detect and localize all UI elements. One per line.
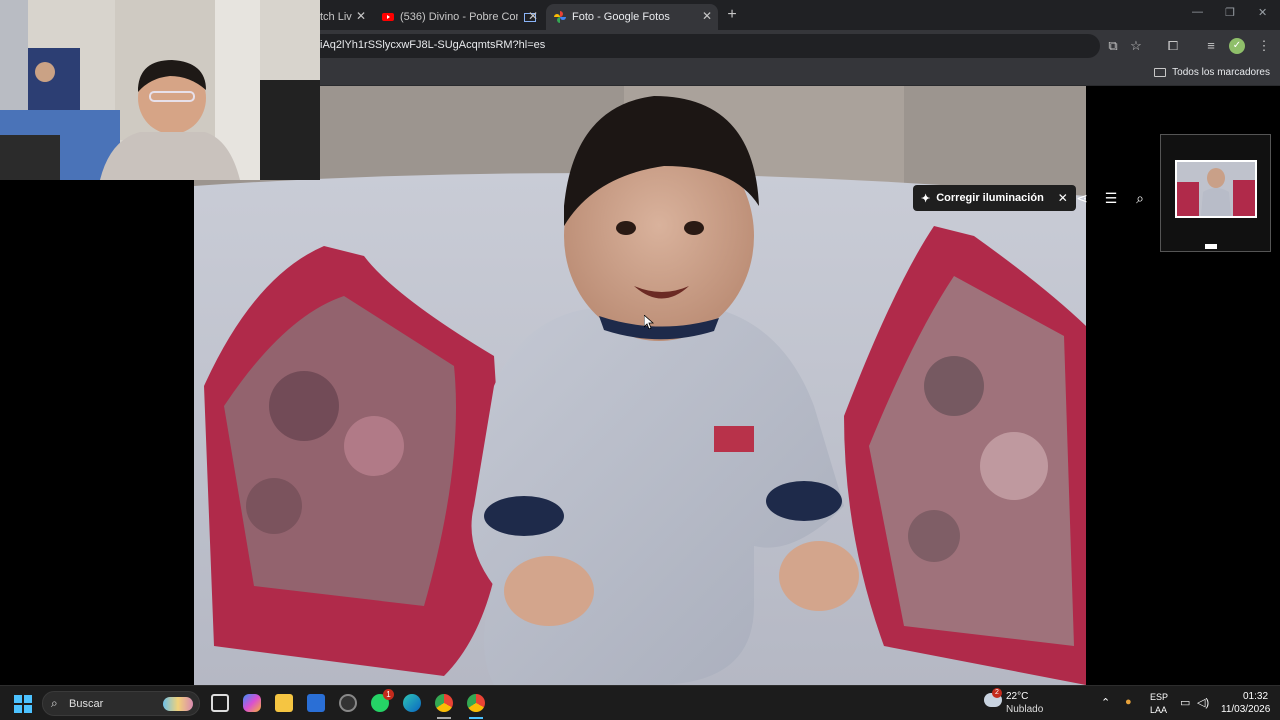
media-control-icon[interactable]: ≡	[1203, 38, 1219, 54]
edit-adjust-icon[interactable]: ☰	[1100, 187, 1122, 209]
tab-twitch[interactable]: tch Liv ✕	[312, 4, 372, 30]
address-bar[interactable]: iAq2lYh1rSSlycxwFJ8L-SUgAcqmtsRM?hl=es	[300, 34, 1100, 58]
zoom-icon[interactable]: ⌕	[1129, 187, 1151, 209]
weather-description[interactable]: Nublado	[1006, 704, 1043, 715]
windows-start-icon[interactable]	[14, 695, 32, 713]
close-icon[interactable]: ✕	[702, 9, 712, 23]
menu-kebab-icon[interactable]: ⋮	[1256, 38, 1272, 54]
thumbnail-strip	[1160, 134, 1271, 252]
obs-icon[interactable]	[339, 694, 357, 712]
webcam-overlay	[0, 0, 320, 180]
restore-icon[interactable]: ❐	[1225, 6, 1235, 19]
tab-label: tch Liv	[320, 11, 352, 23]
tab-label: Foto - Google Fotos	[572, 11, 670, 23]
search-highlight-icon	[163, 697, 193, 711]
fix-lighting-chip[interactable]: ✦ Corregir iluminación ✕	[913, 185, 1076, 211]
language-indicator-top[interactable]: ESP	[1150, 692, 1168, 702]
chrome-icon[interactable]	[435, 694, 453, 712]
profile-avatar[interactable]: ✓	[1229, 38, 1245, 54]
search-placeholder: Buscar	[69, 698, 104, 710]
copilot-icon[interactable]	[243, 694, 261, 712]
baby-photo[interactable]	[194, 86, 1086, 685]
bookmark-star-icon[interactable]: ☆	[1128, 38, 1144, 54]
url-text: iAq2lYh1rSSlycxwFJ8L-SUgAcqmtsRM?hl=es	[320, 39, 546, 51]
fix-lighting-label: Corregir iluminación	[936, 192, 1044, 204]
tab-label: (536) Divino - Pobre Corazó	[400, 11, 518, 23]
thumbnail-image	[1177, 162, 1255, 216]
install-app-icon[interactable]: ⧉	[1105, 38, 1121, 54]
task-view-icon[interactable]	[211, 694, 229, 712]
share-icon[interactable]: ⋖	[1071, 187, 1093, 209]
language-indicator-bottom[interactable]: LAA	[1150, 705, 1167, 715]
microsoft-store-icon[interactable]	[307, 694, 325, 712]
clock-date[interactable]: 11/03/2026	[1221, 704, 1270, 715]
tab-youtube[interactable]: (536) Divino - Pobre Corazó ✕	[374, 4, 544, 30]
chrome-active-indicator	[469, 717, 483, 719]
weather-temperature[interactable]: 22°C	[1006, 691, 1028, 702]
all-bookmarks-button[interactable]: Todos los marcadores	[1154, 67, 1270, 78]
chrome-running-indicator	[437, 717, 451, 719]
windows-taskbar: ⌕ Buscar 1 2 22°C Nublado ⌃ ● ESP LAA ▭ …	[0, 685, 1280, 720]
whatsapp-icon[interactable]: 1	[371, 689, 394, 712]
close-icon[interactable]: ✕	[1058, 191, 1068, 205]
thumbnail-position-indicator	[1205, 244, 1217, 249]
folder-icon	[1154, 68, 1167, 77]
close-icon[interactable]: ✕	[356, 9, 366, 23]
close-icon[interactable]: ✕	[528, 9, 538, 23]
chevron-up-icon[interactable]: ⌃	[1101, 696, 1110, 709]
whatsapp-badge: 1	[383, 689, 394, 700]
sparkle-icon: ✦	[921, 192, 931, 205]
microphone-icon[interactable]: ●	[1125, 696, 1132, 708]
close-window-icon[interactable]: ✕	[1258, 6, 1267, 19]
google-photos-icon	[554, 11, 566, 23]
minimize-icon[interactable]: —	[1192, 6, 1203, 18]
file-explorer-icon[interactable]	[275, 694, 293, 712]
search-icon: ⌕	[51, 696, 58, 710]
volume-icon[interactable]: ◁)	[1197, 696, 1209, 709]
tab-google-photos[interactable]: Foto - Google Fotos ✕	[546, 4, 718, 30]
taskbar-search[interactable]: ⌕ Buscar	[42, 691, 200, 716]
clock-time[interactable]: 01:32	[1243, 691, 1268, 702]
weather-badge: 2	[992, 688, 1002, 698]
network-icon[interactable]: ▭	[1180, 696, 1190, 709]
youtube-icon	[382, 13, 394, 21]
extensions-icon[interactable]: ⧠	[1165, 38, 1181, 54]
thumbnail-current[interactable]	[1175, 160, 1257, 218]
webcam-video	[0, 0, 320, 180]
new-tab-button[interactable]: +	[724, 6, 740, 24]
weather-cloud-icon[interactable]: 2	[984, 688, 1002, 707]
mouse-cursor-icon	[644, 315, 654, 329]
all-bookmarks-label: Todos los marcadores	[1172, 67, 1270, 78]
edge-icon[interactable]	[403, 694, 421, 712]
baby-photo-image	[194, 86, 1086, 685]
chrome-profile-icon[interactable]	[467, 694, 485, 712]
